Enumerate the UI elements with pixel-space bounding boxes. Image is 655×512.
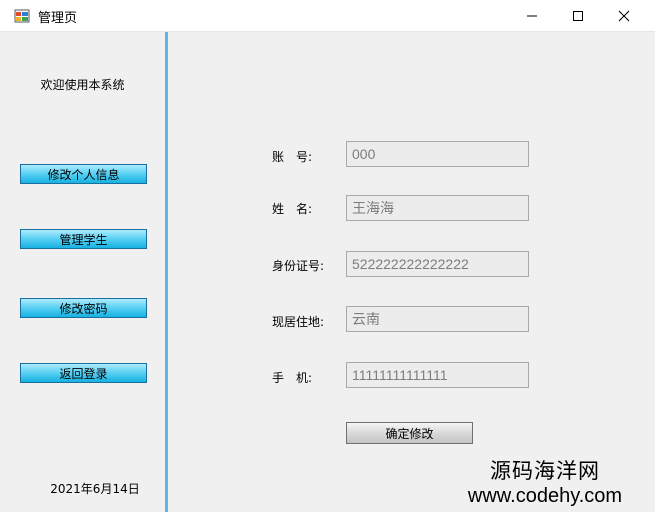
account-field[interactable] bbox=[346, 141, 529, 167]
watermark: 源码海洋网 www.codehy.com bbox=[440, 455, 650, 508]
maximize-icon bbox=[573, 10, 583, 21]
welcome-text: 欢迎使用本系统 bbox=[40, 78, 125, 92]
maximize-button[interactable] bbox=[555, 0, 601, 31]
id-number-label: 身份证号: bbox=[272, 259, 325, 273]
name-field[interactable] bbox=[346, 195, 529, 221]
account-label: 账 号: bbox=[272, 150, 313, 164]
phone-field[interactable] bbox=[346, 362, 529, 388]
back-to-login-button[interactable]: 返回登录 bbox=[20, 363, 147, 383]
id-number-field[interactable] bbox=[346, 251, 529, 277]
watermark-site-name: 源码海洋网 bbox=[490, 459, 600, 483]
watermark-url: www.codehy.com bbox=[467, 485, 623, 507]
edit-profile-button[interactable]: 修改个人信息 bbox=[20, 164, 147, 184]
address-label: 现居住地: bbox=[272, 315, 325, 329]
address-field[interactable] bbox=[346, 306, 529, 332]
change-password-button[interactable]: 修改密码 bbox=[20, 298, 147, 318]
app-icon bbox=[14, 8, 30, 24]
date-label: 2021年6月14日 bbox=[50, 482, 140, 496]
window-title: 管理页 bbox=[38, 11, 78, 26]
name-label: 姓 名: bbox=[272, 202, 313, 216]
close-icon bbox=[618, 10, 630, 21]
sidebar bbox=[0, 32, 165, 512]
manage-students-button[interactable]: 管理学生 bbox=[20, 229, 147, 249]
sidebar-splitter[interactable] bbox=[165, 32, 168, 512]
minimize-button[interactable] bbox=[509, 0, 555, 31]
close-button[interactable] bbox=[601, 0, 647, 31]
minimize-icon bbox=[527, 15, 537, 16]
title-bar: 管理页 bbox=[0, 0, 655, 32]
phone-label: 手 机: bbox=[272, 371, 313, 385]
confirm-edit-button[interactable]: 确定修改 bbox=[346, 422, 473, 444]
